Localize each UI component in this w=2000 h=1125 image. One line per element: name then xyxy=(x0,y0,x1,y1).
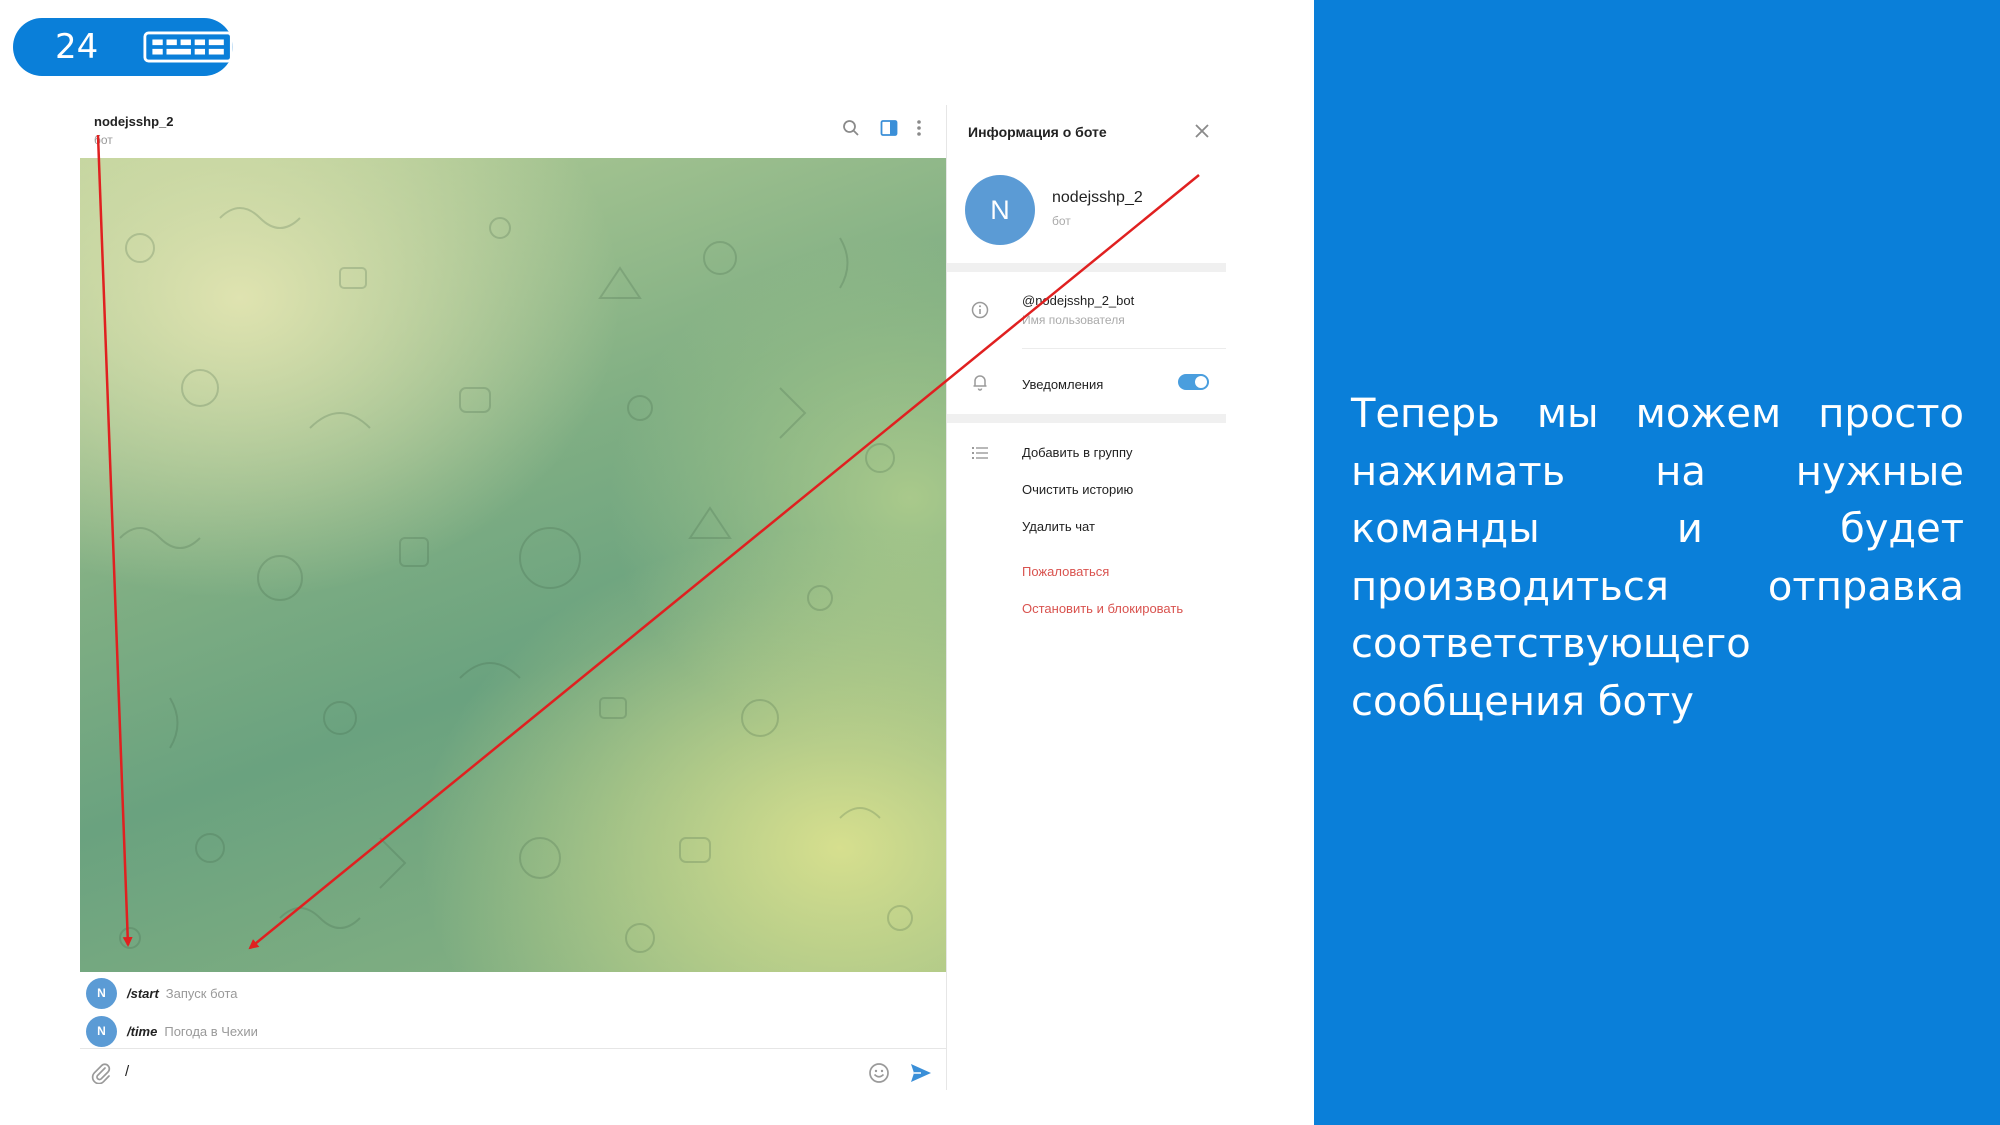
command-name: /start xyxy=(127,985,159,1001)
chat-wallpaper-pattern xyxy=(119,207,913,953)
profile-status: бот xyxy=(1052,214,1071,228)
emoji-icon[interactable] xyxy=(868,1062,890,1084)
profile-avatar[interactable]: N xyxy=(965,175,1035,245)
command-name: /time xyxy=(127,1023,158,1039)
chat-message-area[interactable] xyxy=(80,158,946,972)
list-icon xyxy=(972,447,988,459)
chat-status: бот xyxy=(94,133,113,147)
section-separator xyxy=(947,414,1226,423)
notifications-label: Уведомления xyxy=(1022,377,1104,392)
stop-and-block-action[interactable]: Остановить и блокировать xyxy=(1022,601,1183,616)
send-icon[interactable] xyxy=(909,1061,933,1085)
report-action[interactable]: Пожаловаться xyxy=(1022,564,1109,579)
close-icon[interactable] xyxy=(1194,123,1210,139)
message-input[interactable]: / xyxy=(125,1063,129,1080)
bot-info-panel: Информация о боте N nodejsshp_2 бот @nod… xyxy=(947,105,1226,1090)
chat-header: nodejsshp_2 бот xyxy=(80,105,946,158)
delete-chat-action[interactable]: Удалить чат xyxy=(1022,519,1095,534)
add-to-group-action[interactable]: Добавить в группу xyxy=(1022,445,1133,460)
bot-username[interactable]: @nodejsshp_2_bot xyxy=(1022,293,1134,308)
bot-avatar: N xyxy=(86,977,117,1009)
command-item-start[interactable]: N /start Запуск бота xyxy=(86,976,238,1010)
slide-number-badge: 24 xyxy=(13,18,233,76)
bot-avatar: N xyxy=(86,1015,117,1047)
section-separator xyxy=(947,263,1226,272)
attach-icon[interactable] xyxy=(90,1062,112,1084)
command-description: Погода в Чехии xyxy=(164,1023,258,1039)
bell-icon xyxy=(973,375,987,391)
toggle-knob xyxy=(1195,376,1207,388)
info-icon xyxy=(971,301,989,319)
message-input-bar: / xyxy=(80,1048,946,1097)
slide-number: 24 xyxy=(55,27,99,67)
caption-text: Теперь мы можем просто нажимать на нужны… xyxy=(1351,391,1964,725)
command-item-time[interactable]: N /time Погода в Чехии xyxy=(86,1014,258,1048)
clear-history-action[interactable]: Очистить историю xyxy=(1022,482,1133,497)
more-options-icon[interactable] xyxy=(916,119,922,137)
sidebar-toggle-icon[interactable] xyxy=(880,119,898,137)
profile-name: nodejsshp_2 xyxy=(1052,189,1143,206)
search-icon[interactable] xyxy=(842,119,860,137)
notifications-toggle[interactable] xyxy=(1178,374,1209,390)
bot-username-label: Имя пользователя xyxy=(1022,313,1125,327)
divider xyxy=(1022,348,1226,349)
command-description: Запуск бота xyxy=(165,985,238,1001)
chat-title[interactable]: nodejsshp_2 xyxy=(94,114,173,129)
bot-commands-panel: N /start Запуск бота N /time Погода в Че… xyxy=(80,972,946,1048)
keyboard-icon xyxy=(143,31,233,63)
info-panel-title: Информация о боте xyxy=(968,124,1107,140)
